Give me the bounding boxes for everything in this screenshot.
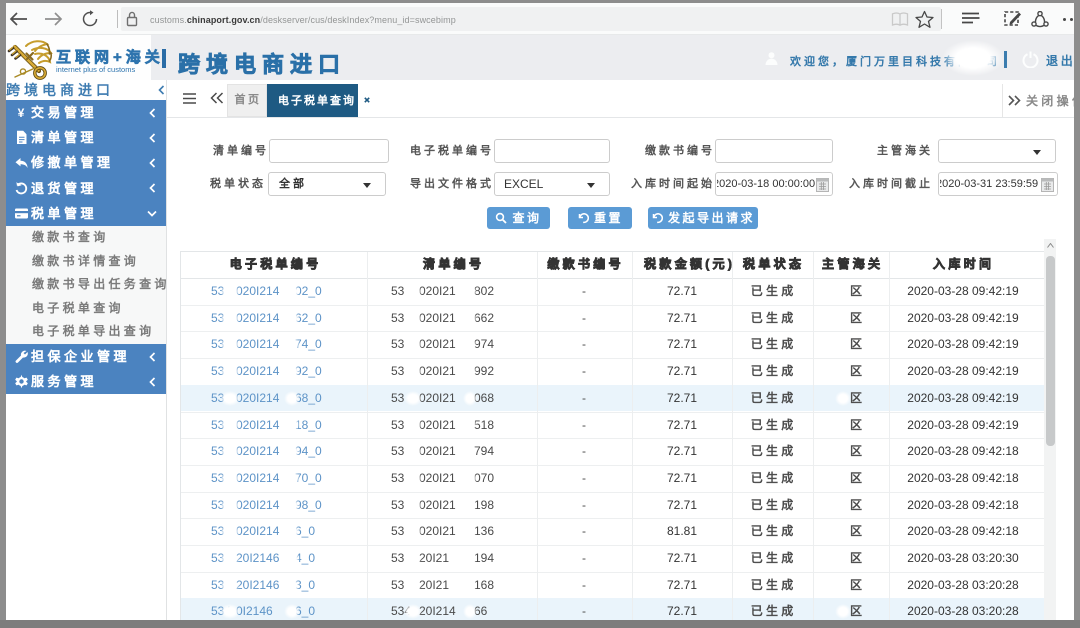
svg-text:¥: ¥ [18, 106, 25, 120]
